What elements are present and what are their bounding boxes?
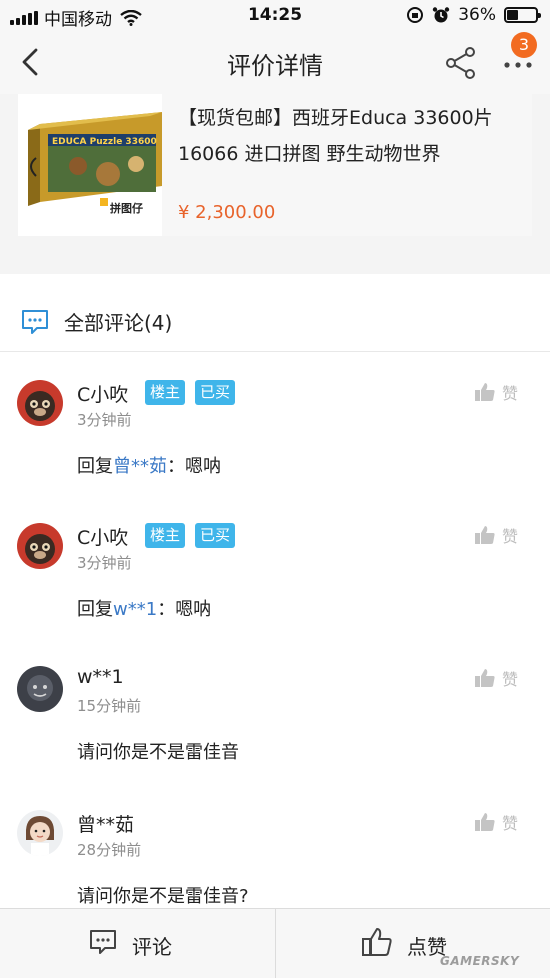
logo-text: 拼图仔 [110,201,143,215]
avatar[interactable] [17,523,63,569]
comment-time: 3分钟前 [77,411,132,429]
like-label: 赞 [502,384,519,403]
like-button[interactable]: 赞 [474,380,518,404]
like-button[interactable]: 赞 [474,810,518,834]
owner-tag: 楼主 [145,523,186,548]
product-image: EDUCA Puzzle 33600 拼图仔 [18,94,162,236]
comment-text: 回复曾**茹：嗯呐 [77,456,221,477]
comment-button[interactable]: 评论 [0,909,275,978]
product-title: 【现货包邮】西班牙Educa 33600片16066 进口拼图 野生动物世界 [178,107,493,165]
thumbs-up-icon [475,669,495,687]
thumbs-up-icon [475,526,495,544]
battery-icon [504,7,541,23]
comments-header: 全部评论(4) [0,290,550,352]
comment-time: 15分钟前 [77,697,142,715]
comment-item: C小吹 楼主 已买 3分钟前 回复w**1：嗯呐 赞 [0,523,550,663]
comment-button-label: 评论 [132,935,172,959]
like-label: 赞 [502,670,519,689]
avatar[interactable] [17,810,63,856]
battery-percent: 36% [458,5,496,25]
owner-tag: 楼主 [145,380,186,405]
comment-item: C小吹 楼主 已买 3分钟前 回复曾**茹：嗯呐 赞 [0,380,550,520]
comment-text: 回复w**1：嗯呐 [77,599,212,620]
share-icon[interactable] [443,45,479,81]
comment-bubble-icon [22,310,48,334]
watermark: GAMERSKY [440,954,520,968]
like-label: 赞 [502,527,519,546]
rotation-lock-icon [407,7,424,23]
comment-item: w**1 15分钟前 请问你是不是雷佳音 赞 [0,666,550,806]
product-card[interactable]: EDUCA Puzzle 33600 拼图仔 【现货包邮】西班牙Educa 33… [18,94,532,236]
thumbs-up-icon [475,813,495,831]
comment-author: 曾**茹 [77,814,135,836]
avatar[interactable] [17,380,63,426]
avatar[interactable] [17,666,63,712]
comment-author: C小吹 [77,384,129,406]
comment-text: 请问你是不是雷佳音? [77,886,249,907]
product-price: ¥ 2,300.00 [178,202,276,223]
comment-time: 3分钟前 [77,554,132,572]
comment-author: w**1 [77,666,124,688]
comment-text: 请问你是不是雷佳音 [77,742,239,763]
product-section: EDUCA Puzzle 33600 拼图仔 【现货包邮】西班牙Educa 33… [0,94,550,274]
like-button[interactable]: 赞 [474,523,518,547]
nav-bar: 评价详情 3 [0,32,550,94]
purchased-tag: 已买 [195,523,236,548]
comment-author: C小吹 [77,527,129,549]
alarm-icon [433,7,450,23]
box-brand-text: EDUCA Puzzle 33600 [52,137,157,147]
thumbs-up-icon [475,383,495,401]
reply-mention-link[interactable]: 曾**茹 [113,456,167,477]
reply-mention-link[interactable]: w**1 [113,599,157,620]
comment-icon [90,930,116,954]
notification-badge: 3 [511,32,537,58]
status-bar: 中国移动 14:25 36% [0,0,550,32]
thumbs-up-outline-icon [362,928,392,956]
comment-time: 28分钟前 [77,841,142,859]
like-label: 赞 [502,814,519,833]
comments-count-label: 全部评论(4) [64,311,173,335]
purchased-tag: 已买 [195,380,236,405]
like-button[interactable]: 赞 [474,666,518,690]
